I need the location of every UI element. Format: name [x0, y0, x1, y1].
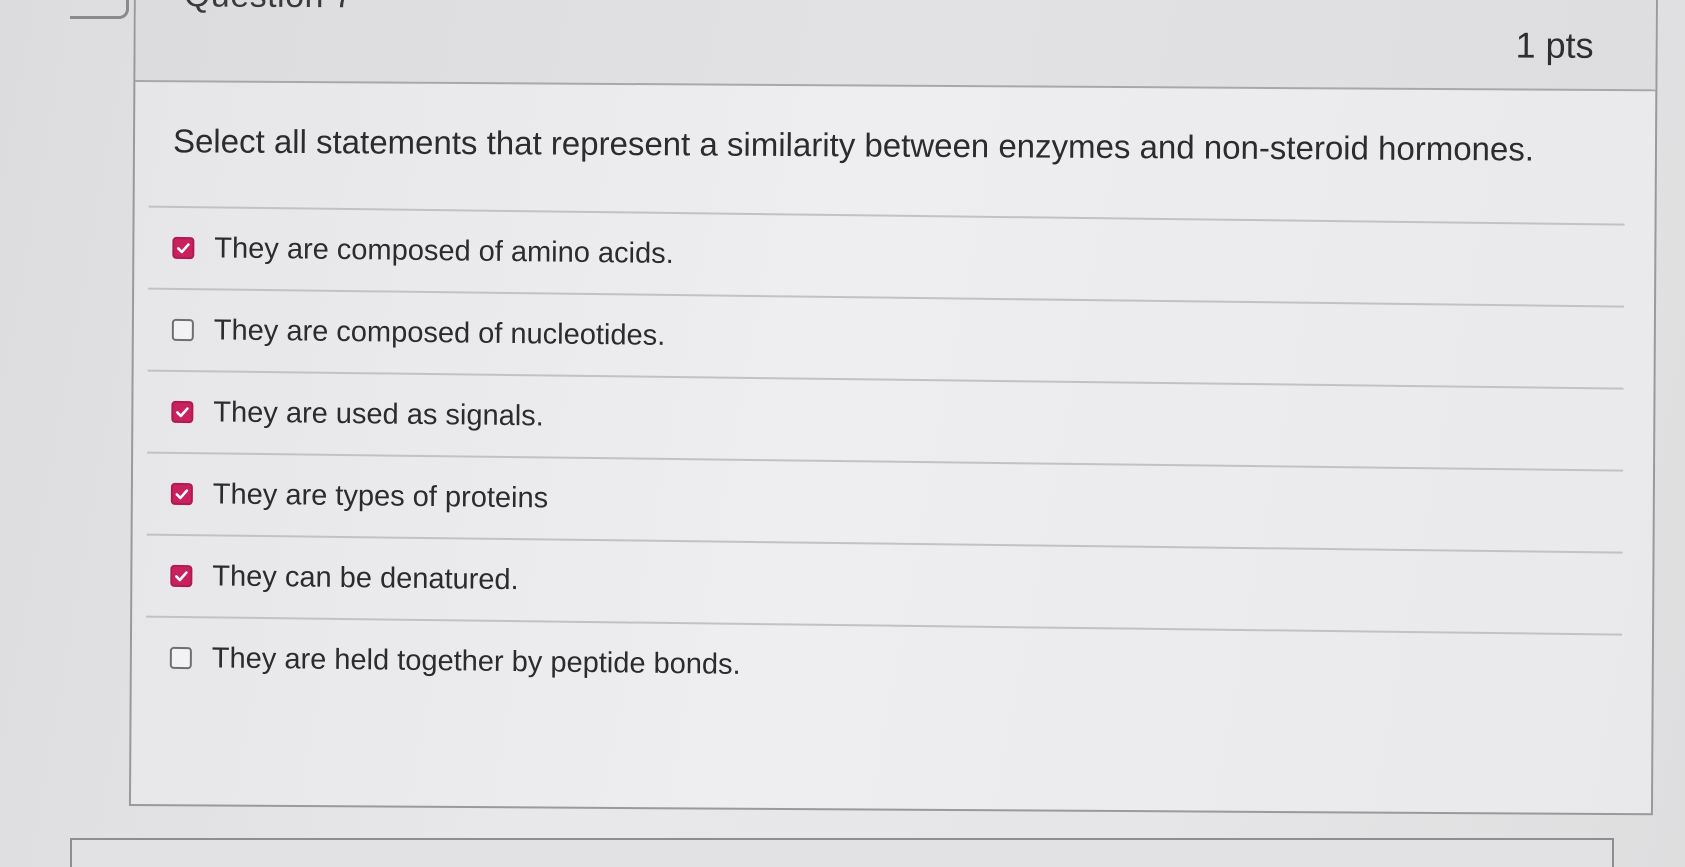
check-icon	[175, 489, 189, 500]
previous-card-corner	[70, 0, 129, 19]
answer-label: They can be denatured.	[212, 559, 519, 596]
answer-label: They are types of proteins	[212, 477, 549, 514]
question-card: Question 7 1 pts Select all statements t…	[128, 0, 1658, 816]
next-question-card	[70, 838, 1614, 867]
check-icon	[177, 243, 190, 254]
answer-label: They are composed of amino acids.	[214, 231, 674, 270]
question-text: Select all statements that represent a s…	[172, 122, 1535, 168]
answer-checkbox[interactable]	[171, 318, 194, 342]
screen: Question 7 1 pts Select all statements t…	[0, 0, 1685, 867]
answer-checkbox[interactable]	[171, 400, 194, 424]
question-title: Question 7	[184, 0, 354, 16]
answer-option[interactable]: They are held together by peptide bonds.	[145, 615, 1623, 716]
answer-list: They are composed of amino acids. They a…	[145, 205, 1625, 716]
answer-checkbox[interactable]	[170, 482, 193, 506]
answer-label: They are used as signals.	[213, 395, 544, 432]
answer-checkbox[interactable]	[170, 564, 193, 588]
check-icon	[175, 571, 188, 582]
question-points: 1 pts	[1515, 24, 1594, 66]
answer-label: They are composed of nucleotides.	[213, 313, 666, 352]
check-icon	[176, 407, 189, 418]
question-header: Question 7 1 pts	[135, 0, 1656, 92]
answer-checkbox[interactable]	[169, 646, 192, 670]
answer-checkbox[interactable]	[172, 236, 195, 260]
answer-label: They are held together by peptide bonds.	[211, 641, 741, 681]
